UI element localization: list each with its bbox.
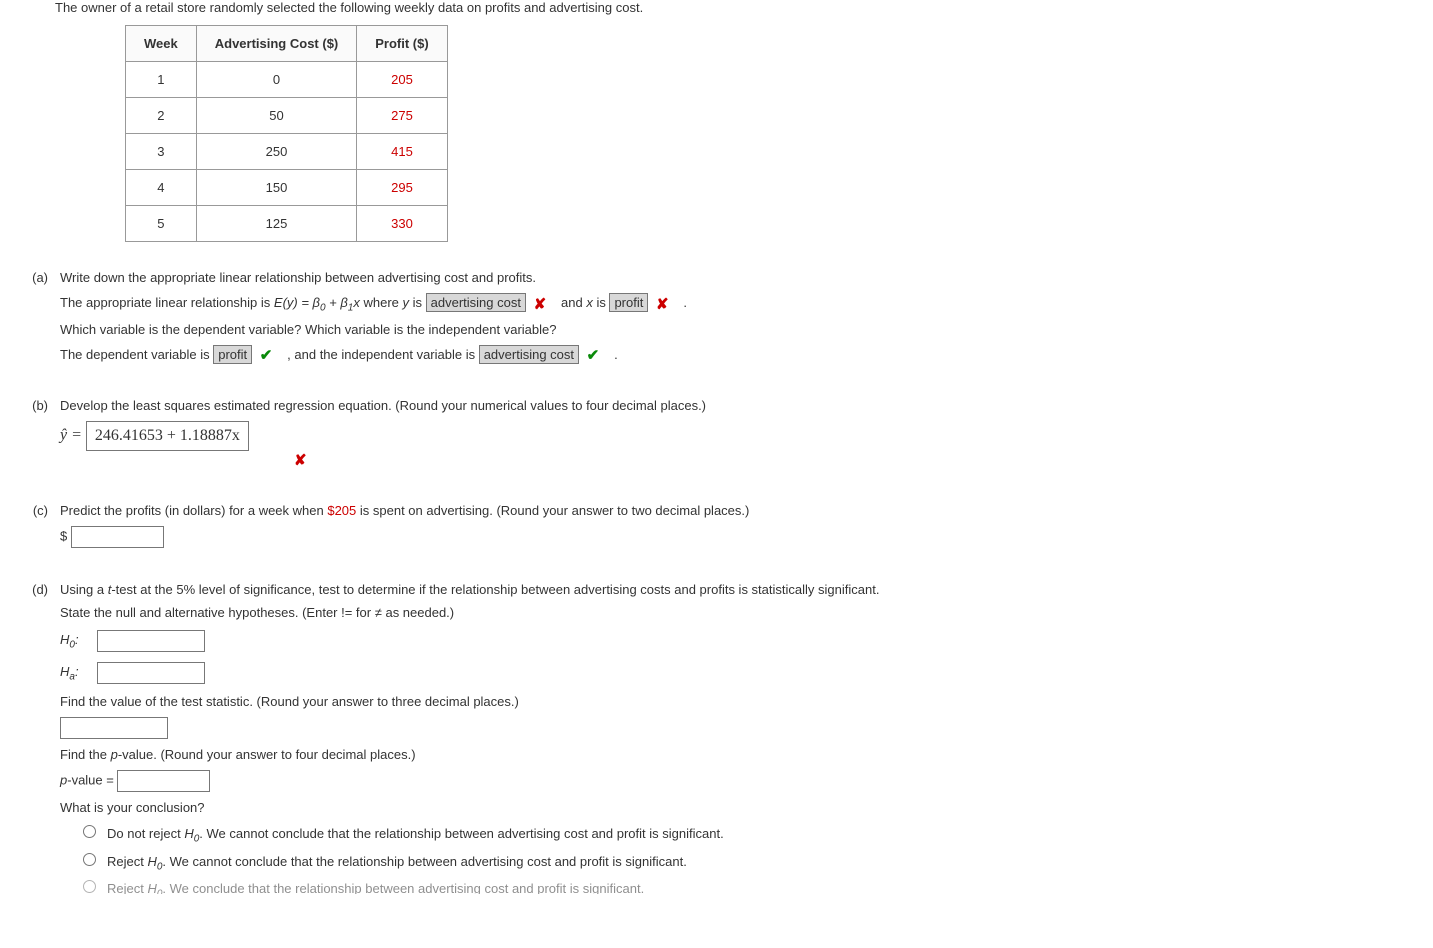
answer-x-var[interactable]: profit [609,293,648,312]
find-test-stat: Find the value of the test statistic. (R… [60,694,1418,709]
p-value-input[interactable] [117,770,210,792]
part-a-q1: Write down the appropriate linear relati… [60,270,1418,285]
cell-profit: 330 [357,206,447,242]
table-row: 4 150 295 [126,170,448,206]
cell-week: 3 [126,134,197,170]
conclusion-q: What is your conclusion? [60,800,1418,815]
conclusion-option-3: Reject H0. We conclude that the relation… [107,881,644,894]
cell-cost: 50 [196,98,357,134]
part-a-label: (a) [15,270,60,285]
wrong-mark-icon: ✘ [294,451,307,469]
data-table: Week Advertising Cost ($) Profit ($) 1 0… [125,25,448,242]
conclusion-option-3-radio[interactable] [83,880,96,893]
correct-mark-icon: ✔ [587,346,600,364]
cell-cost: 0 [196,62,357,98]
conclusion-option-2-radio[interactable] [83,853,96,866]
cell-week: 4 [126,170,197,206]
part-c-label: (c) [15,503,60,518]
answer-dependent[interactable]: profit [213,345,252,364]
cell-profit: 295 [357,170,447,206]
answer-y-var[interactable]: advertising cost [426,293,526,312]
intro-text: The owner of a retail store randomly sel… [55,0,1418,15]
conclusion-option-1: Do not reject H0. We cannot conclude tha… [107,826,724,845]
conclusion-option-2: Reject H0. We cannot conclude that the r… [107,854,687,873]
test-statistic-input[interactable] [60,717,168,739]
p-value-row: p-value = [60,770,1418,792]
table-row: 3 250 415 [126,134,448,170]
cell-week: 5 [126,206,197,242]
cell-profit: 415 [357,134,447,170]
part-c-q: Predict the profits (in dollars) for a w… [60,503,1418,518]
table-row: 1 0 205 [126,62,448,98]
th-week: Week [126,26,197,62]
h0-input[interactable] [97,630,205,652]
regression-equation-input[interactable]: 246.41653 + 1.18887x [86,421,249,451]
answer-independent[interactable]: advertising cost [479,345,579,364]
part-d-q2: State the null and alternative hypothese… [60,605,1418,620]
correct-mark-icon: ✔ [260,346,273,364]
cell-profit: 205 [357,62,447,98]
part-d-q1: Using a t-test at the 5% level of signif… [60,582,1418,597]
cell-cost: 150 [196,170,357,206]
cell-cost: 250 [196,134,357,170]
cell-profit: 275 [357,98,447,134]
ha-label: Ha: [60,664,85,683]
table-row: 5 125 330 [126,206,448,242]
h0-label: H0: [60,632,85,651]
profit-prediction-input[interactable] [71,526,164,548]
dollar-sign: $ [60,529,67,544]
part-d-label: (d) [15,582,60,597]
part-b-q: Develop the least squares estimated regr… [60,398,1418,413]
table-row: 2 50 275 [126,98,448,134]
wrong-mark-icon: ✘ [656,295,669,313]
cell-cost: 125 [196,206,357,242]
find-p-value: Find the p-value. (Round your answer to … [60,747,1418,762]
part-a-q2: Which variable is the dependent variable… [60,322,1418,337]
ha-input[interactable] [97,662,205,684]
cell-week: 1 [126,62,197,98]
th-profit: Profit ($) [357,26,447,62]
th-cost: Advertising Cost ($) [196,26,357,62]
cell-week: 2 [126,98,197,134]
wrong-mark-icon: ✘ [534,295,547,313]
part-a-line1: The appropriate linear relationship is E… [60,293,1418,314]
part-a-line2: The dependent variable is profit ✔ , and… [60,345,1418,365]
part-b-label: (b) [15,398,60,413]
conclusion-option-1-radio[interactable] [83,825,96,838]
